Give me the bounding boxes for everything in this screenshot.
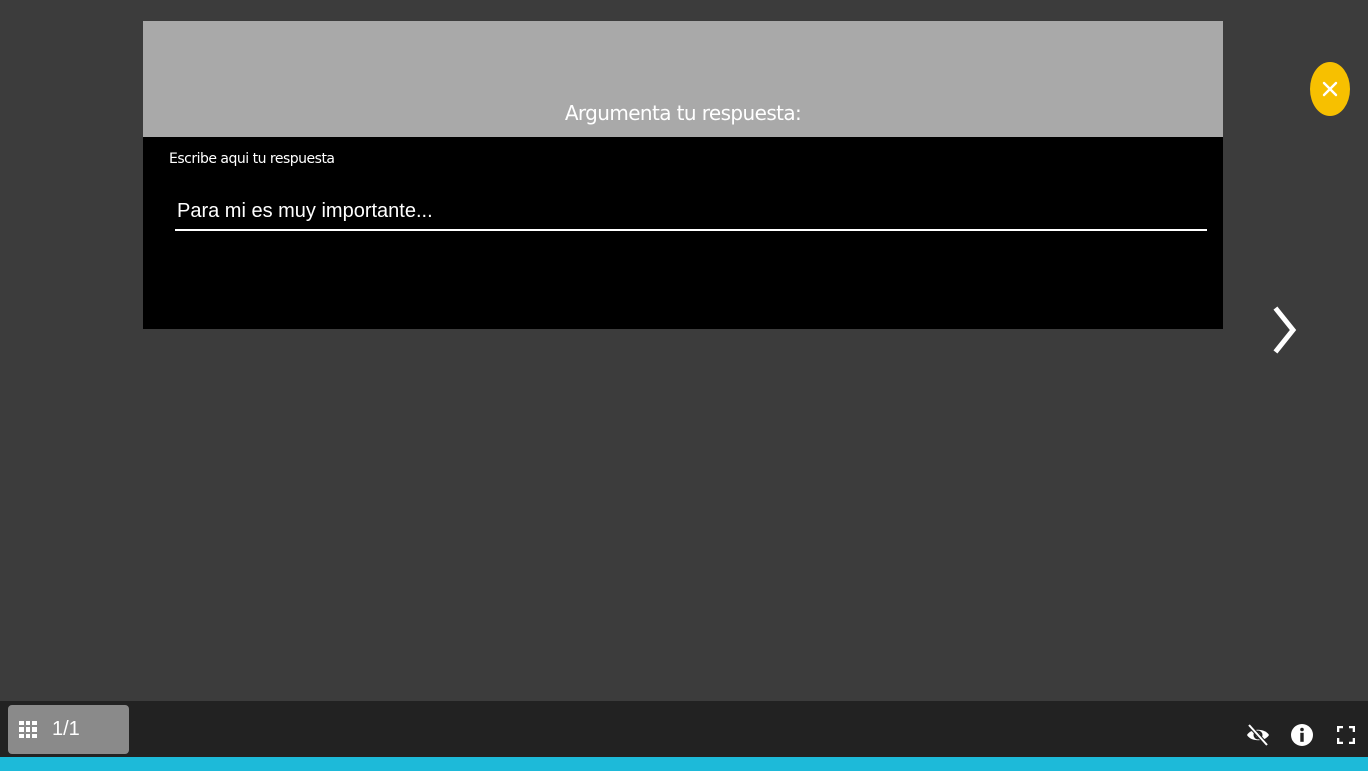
question-card: Argumenta tu respuesta: Escribe aqui tu … [143,21,1223,329]
fullscreen-button[interactable] [1332,721,1360,749]
answer-panel: Escribe aqui tu respuesta [143,137,1223,329]
info-icon [1291,724,1313,746]
bottom-toolbar: 1/1 [0,701,1368,757]
close-button[interactable] [1310,62,1350,116]
info-button[interactable] [1288,721,1316,749]
page-indicator-button[interactable]: 1/1 [8,705,129,754]
question-title: Argumenta tu respuesta: [564,101,802,125]
page-count: 1/1 [52,718,80,740]
fullscreen-icon [1337,726,1355,744]
chevron-right-icon [1273,306,1297,354]
question-header: Argumenta tu respuesta: [143,21,1223,137]
answer-input[interactable] [175,193,1207,231]
answer-field-label: Escribe aqui tu respuesta [169,151,335,167]
progress-bar [0,757,1368,771]
visibility-off-icon [1247,723,1269,747]
close-icon [1322,81,1338,97]
visibility-off-button[interactable] [1244,721,1272,749]
grid-icon [19,720,37,739]
next-button[interactable] [1266,300,1302,360]
